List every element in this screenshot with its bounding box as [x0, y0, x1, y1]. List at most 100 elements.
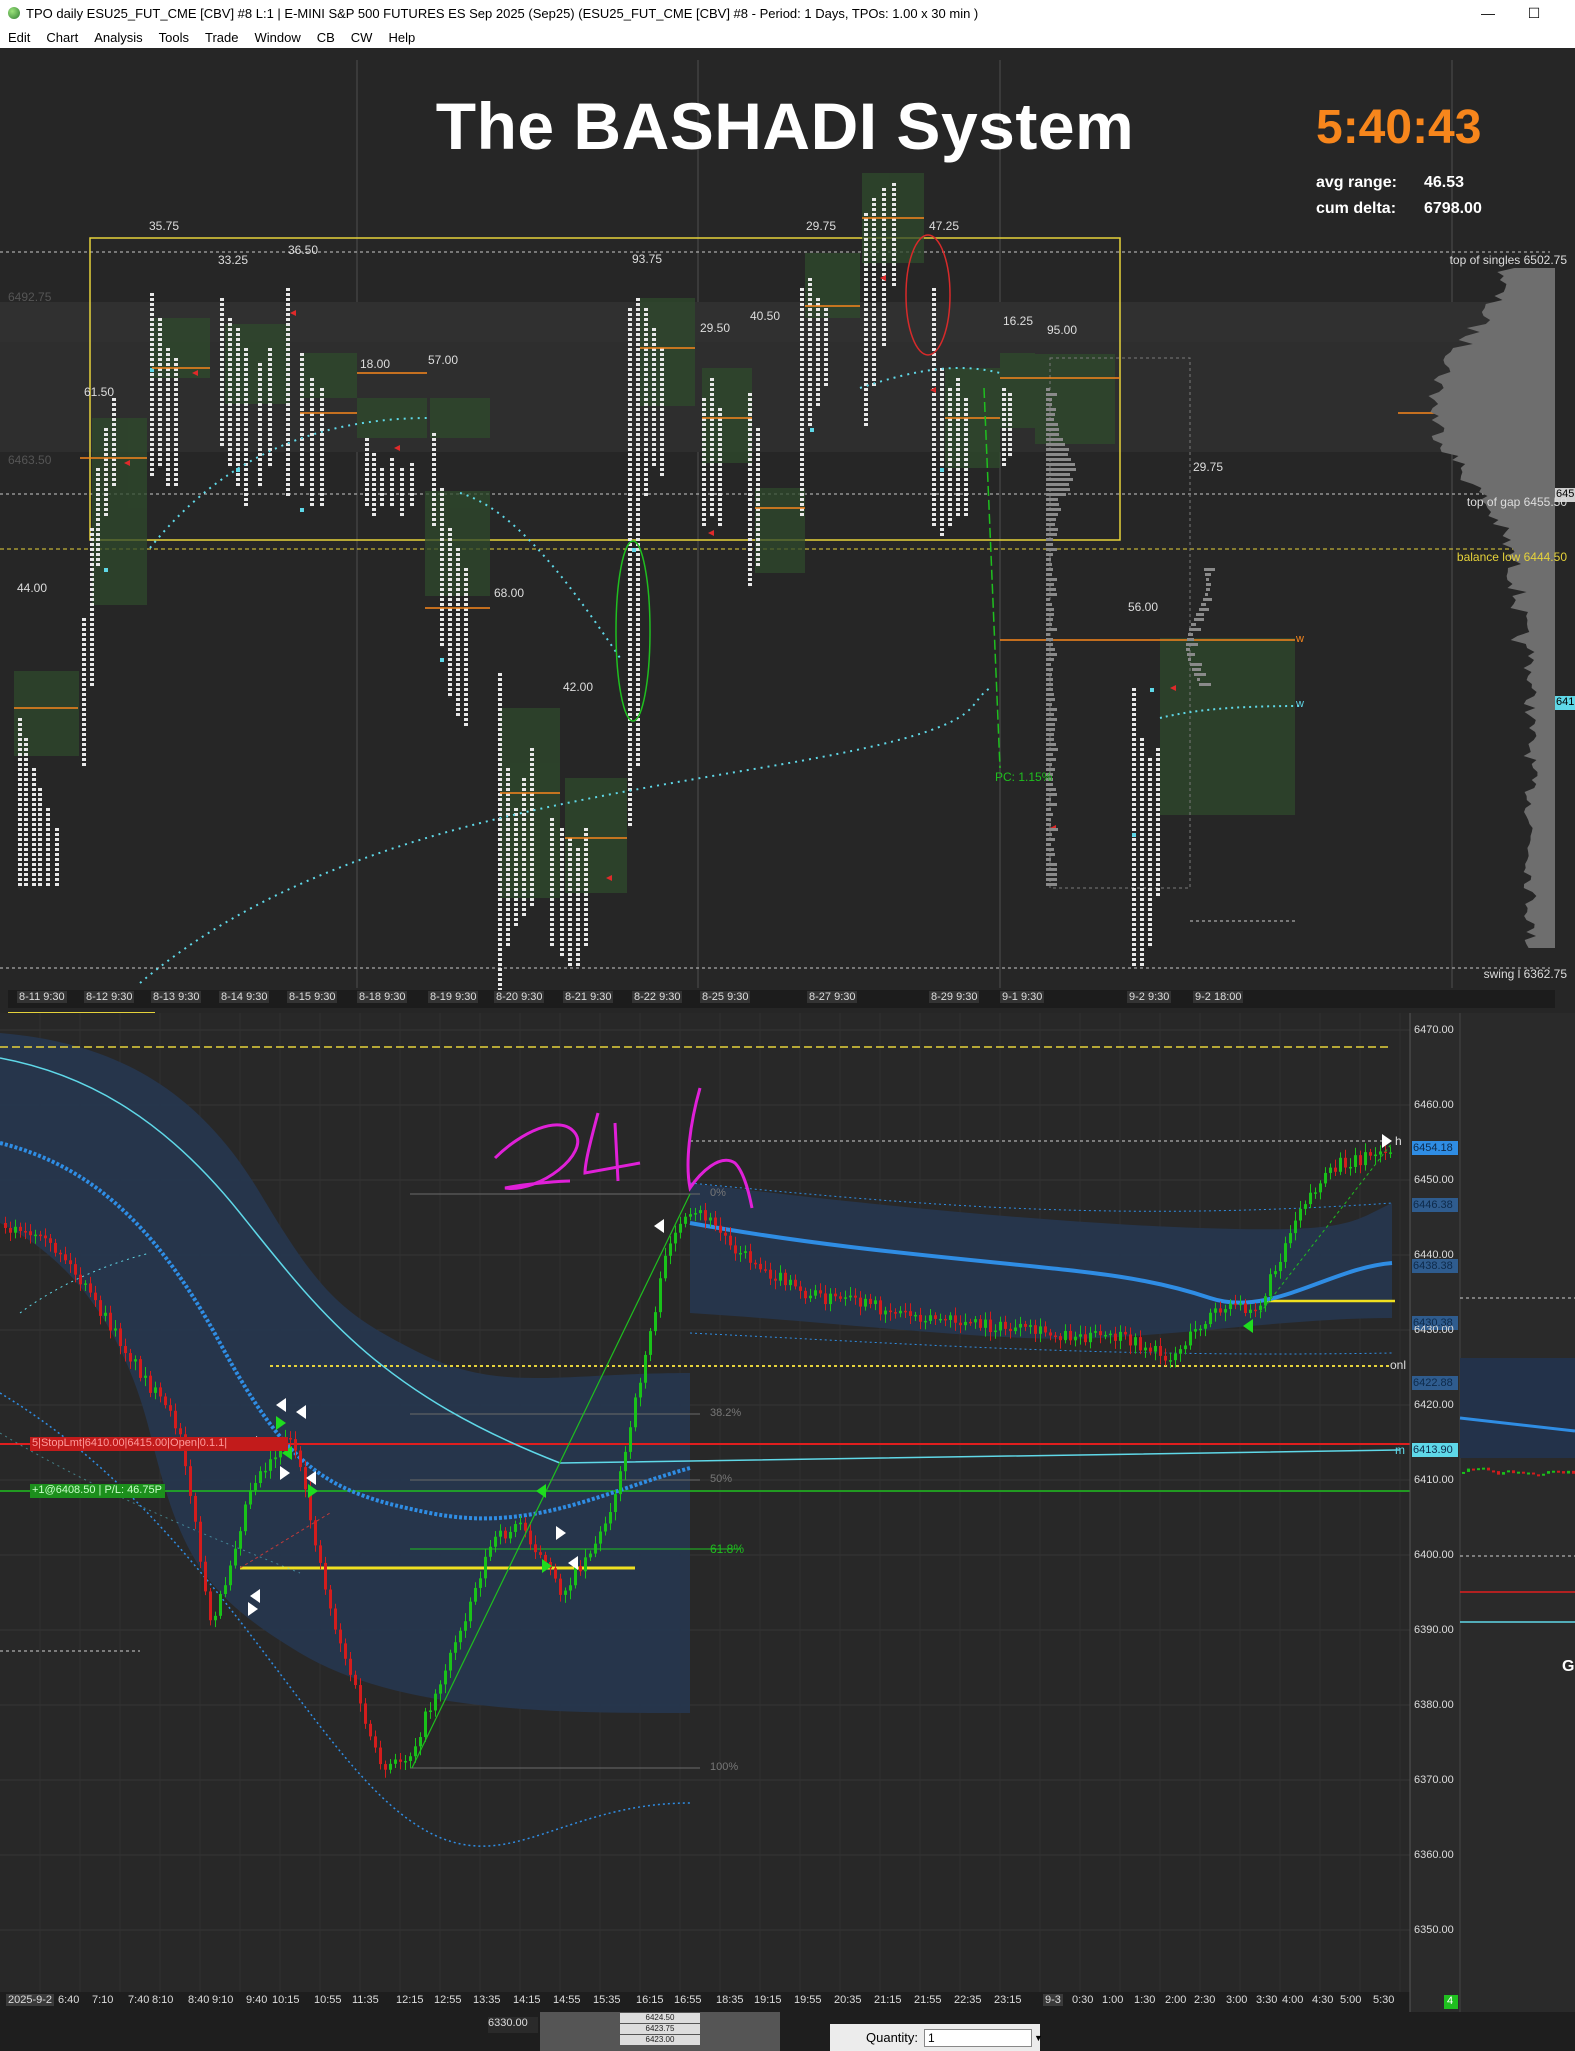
date-tick: 8-15 9:30: [287, 991, 338, 1003]
date-tick: 8-21 9:30: [563, 991, 614, 1003]
menu-trade[interactable]: Trade: [197, 30, 246, 45]
x-tick: 19:15: [754, 1994, 782, 2006]
price-tag: 6422.88: [1413, 1377, 1453, 1389]
x-tick: 1:00: [1102, 1994, 1124, 2006]
y-tick: 6390.00: [1414, 1624, 1454, 1636]
x-axis: 2025-9-2 6:40 7:10 7:40 8:10 8:40 9:10 9:40 10:1…: [0, 1994, 1410, 2010]
x-tick: 9:40: [246, 1994, 268, 2006]
tpo-chart-pane[interactable]: The BASHADI System 5:40:43 avg range: 46…: [0, 48, 1575, 1013]
x-tick: 3:00: [1226, 1994, 1248, 2006]
menu-cw[interactable]: CW: [343, 30, 381, 45]
w-marker-2: w: [1296, 698, 1304, 710]
m-label: m: [1395, 1443, 1405, 1457]
y-tick: 6370.00: [1414, 1774, 1454, 1786]
ladder-price[interactable]: 6423.75: [620, 2024, 700, 2034]
x-tick: 6:40: [58, 1994, 80, 2006]
balance-low-label: balance low 6444.50: [1456, 550, 1567, 564]
x-tick: 9:10: [212, 1994, 234, 2006]
fib-label: 38.2%: [710, 1407, 742, 1419]
range-label: 47.25: [929, 219, 960, 233]
x-tick: 19:55: [794, 1994, 822, 2006]
x-tick: 14:15: [513, 1994, 541, 2006]
date-axis: 8-11 9:30 8-12 9:30 8-13 9:30 8-14 9:30 …: [0, 991, 1575, 1008]
menu-bar: Edit Chart Analysis Tools Trade Window C…: [0, 26, 1575, 49]
x-tick: 1:30: [1134, 1994, 1156, 2006]
x-tick: 7:10: [92, 1994, 114, 2006]
ladder-price[interactable]: 6424.50: [620, 2013, 700, 2023]
y-tick: 6420.00: [1414, 1399, 1454, 1411]
x-tick: 16:55: [674, 1994, 702, 2006]
range-label: 95.00: [1047, 323, 1078, 337]
x-tick: 4:00: [1282, 1994, 1304, 2006]
range-label: 29.75: [806, 219, 837, 233]
y-tick: 6470.00: [1414, 1024, 1454, 1036]
edge-price-1: 645: [1556, 488, 1575, 500]
x-tick: 20:35: [834, 1994, 862, 2006]
x-tick: 2:00: [1165, 1994, 1187, 2006]
menu-edit[interactable]: Edit: [0, 30, 38, 45]
menu-chart[interactable]: Chart: [38, 30, 86, 45]
x-tick: 10:55: [314, 1994, 342, 2006]
date-tick: 8-29 9:30: [929, 991, 980, 1003]
range-label: 68.00: [494, 586, 525, 600]
x-tick: 8:40: [188, 1994, 210, 2006]
x-tick: 13:35: [473, 1994, 501, 2006]
h-label: h: [1395, 1134, 1402, 1148]
range-label: 29.75: [1193, 460, 1224, 474]
menu-analysis[interactable]: Analysis: [86, 30, 150, 45]
window-titlebar: TPO daily ESU25_FUT_CME [CBV] #8 L:1 | E…: [0, 0, 1575, 26]
mini-dom-ladder[interactable]: 6424.50 6423.75 6423.00: [540, 2012, 780, 2051]
x-tick: 5:00: [1340, 1994, 1362, 2006]
top-of-singles-label: top of singles 6502.75: [1449, 253, 1567, 267]
range-label: 57.00: [428, 353, 459, 367]
date-tick: 9-2 18:00: [1193, 991, 1244, 1003]
x-tick: 5:30: [1373, 1994, 1395, 2006]
menu-tools[interactable]: Tools: [151, 30, 197, 45]
price-field[interactable]: 6330.00: [488, 2017, 538, 2033]
chevron-down-icon[interactable]: ▼: [1034, 2033, 1043, 2043]
x-tick: 2025-9-2: [6, 1994, 55, 2006]
x-tick: 12:15: [396, 1994, 424, 2006]
y-tick: 6400.00: [1414, 1549, 1454, 1561]
y-tick: 6410.00: [1414, 1474, 1454, 1486]
y-axis: 6470.00 6460.00 6450.00 6440.00 6430.00 …: [1412, 1013, 1460, 1992]
range-label: 16.25: [1003, 314, 1034, 328]
y-tick: 6460.00: [1414, 1099, 1454, 1111]
y-tick: 6380.00: [1414, 1699, 1454, 1711]
x-tick: 3:30: [1256, 1994, 1278, 2006]
date-tick: 8-22 9:30: [632, 991, 683, 1003]
x-tick: 11:35: [352, 1994, 379, 2006]
fib-label: 100%: [710, 1761, 739, 1773]
x-tick: 22:35: [954, 1994, 982, 2006]
app-icon: [8, 7, 20, 19]
fib-label: 0%: [710, 1187, 726, 1199]
x-tick: 21:15: [874, 1994, 902, 2006]
price-tag: 6454.18: [1413, 1142, 1453, 1154]
avg-range-label: avg range:: [1316, 174, 1397, 191]
intraday-chart-pane[interactable]: 6470.00 6460.00 6450.00 6440.00 6430.00 …: [0, 1013, 1575, 2012]
intraday-chart-svg: [0, 1013, 1575, 2012]
minimize-button[interactable]: —: [1465, 0, 1511, 26]
stop-order-label[interactable]: 5|StopLmt|6410.00|6415.00|Open|0.1.1|: [32, 1437, 227, 1449]
range-label: 93.75: [632, 252, 663, 266]
range-label: 40.50: [750, 309, 781, 323]
menu-cb[interactable]: CB: [309, 30, 343, 45]
ladder-price[interactable]: 6423.00: [620, 2035, 700, 2045]
position-label[interactable]: +1@6408.50 | P/L: 46.75P: [32, 1484, 162, 1496]
quantity-label: Quantity:: [866, 2030, 919, 2045]
fib-label: 61.8%: [710, 1542, 745, 1556]
x-tick: 18:35: [716, 1994, 744, 2006]
window-title: TPO daily ESU25_FUT_CME [CBV] #8 L:1 | E…: [26, 5, 979, 21]
x-tick: 8:10: [152, 1994, 174, 2006]
swing-low-label: swing l 6362.75: [1483, 967, 1567, 981]
menu-help[interactable]: Help: [380, 30, 423, 45]
x-tick: 2:30: [1194, 1994, 1216, 2006]
maximize-button[interactable]: ☐: [1511, 0, 1557, 26]
date-tick: 8-25 9:30: [700, 991, 751, 1003]
cum-delta-value: 6798.00: [1424, 200, 1482, 217]
range-label: 61.50: [84, 385, 115, 399]
menu-window[interactable]: Window: [246, 30, 308, 45]
quantity-input[interactable]: [924, 2028, 1033, 2047]
y-tick: 6450.00: [1414, 1174, 1454, 1186]
x-tick: 4:30: [1312, 1994, 1334, 2006]
